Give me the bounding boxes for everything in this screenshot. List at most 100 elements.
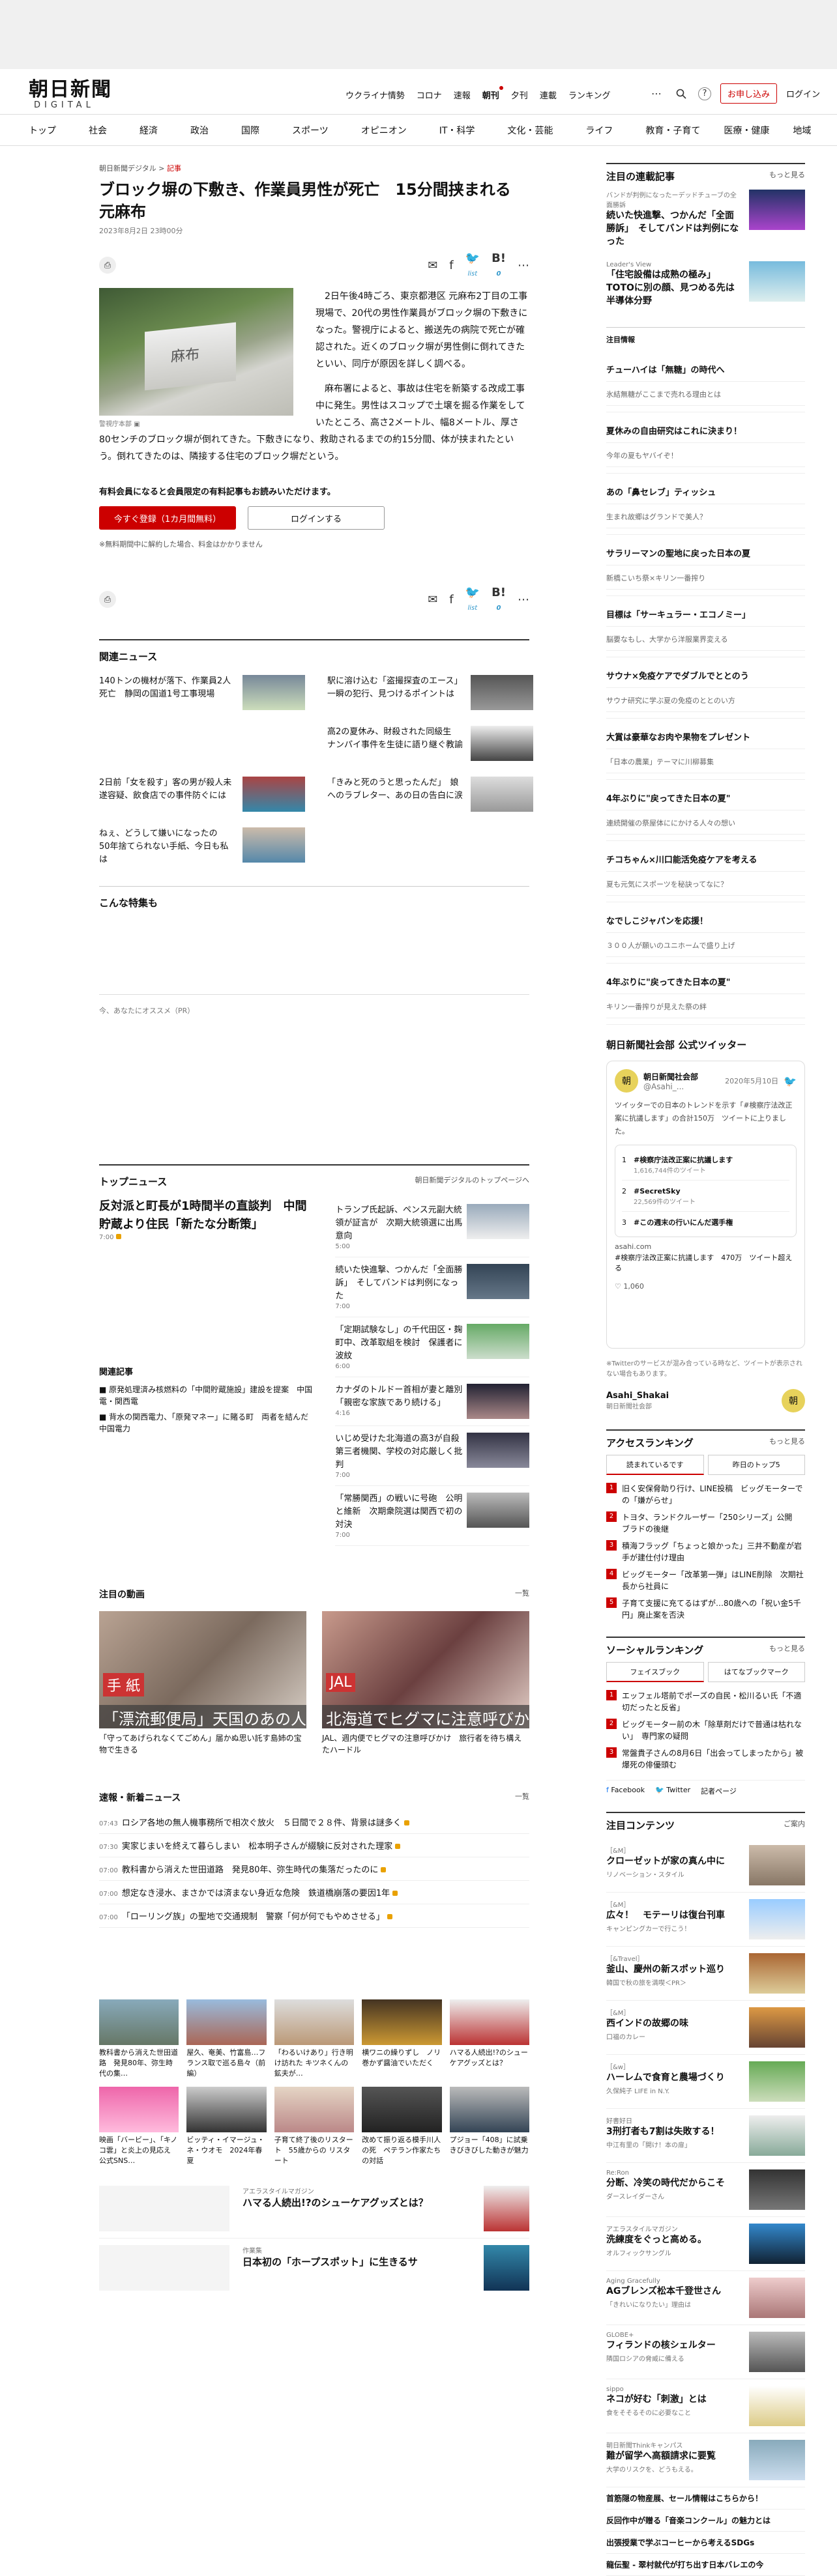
grid-item[interactable]: 映画「バービー」、「キノコ雲」と炎上の見応え 公式SNS… (99, 2087, 179, 2166)
top-news-item[interactable]: 「常勝関西」の戦いに号砲 公明と維新 次期衆院選は関西で初の対決 7:00 (335, 1486, 529, 1546)
content-item[interactable]: ［&M］ 広々！ モテーリは復台刊車 キャンピングカーで行こう！ (606, 1893, 805, 1947)
top-news-item[interactable]: 「定期試験なし」の千代田区・麹町中、改革取組を検討 保護者に波紋 6:00 (335, 1317, 529, 1377)
serial-item[interactable]: バンドが判例になったーデッドチューブの全面勝訴 続いた快進撃、つかんだ「全面勝訴」… (606, 183, 805, 255)
social-ranking-more[interactable]: もっと見る (769, 1643, 805, 1657)
tail-item[interactable]: 出張授業で学ぶコーヒーから考えるSDGs (606, 2532, 805, 2554)
top-news-item[interactable]: カナダのトルドー首相が妻と離別 「親密な家族であり続ける」 4:16 (335, 1377, 529, 1426)
video-card[interactable]: JAL 北海道でヒグマに注意呼びかけ JAL、週内便でヒグマの注意呼びかけ 旅行… (322, 1611, 529, 1756)
access-ranking-more[interactable]: もっと見る (769, 1436, 805, 1450)
grid-item[interactable]: プジョー「408」に試乗 きびきびした動きが魅力 (449, 2087, 535, 2166)
twitter-link[interactable]: 🐦 Twitter (655, 1786, 690, 1796)
article-photo[interactable]: 麻布 (99, 288, 293, 416)
related-item[interactable]: ねぇ、どうして嫌いになったの 50年捨てられない手紙、今日も私は (99, 827, 305, 866)
content-item[interactable]: ［&w］ ハーレムで食育と農場づくり 久保純子 LIFE in N.Y. (606, 2055, 805, 2109)
grid-item[interactable]: ビッティ・イマージュ・ネ・ウオモ 2024年春夏 (186, 2087, 267, 2166)
gnav-opinion[interactable]: オピニオン (361, 124, 407, 137)
grid-item[interactable]: 子育て終了後のリスタート 55歳からの リスタート (274, 2087, 355, 2166)
attn-item[interactable]: 目標は「サーキュラー・エコノミー」 脳要なもし、大学から洋服業界変える (606, 596, 805, 657)
content-item[interactable]: 好書好日 3刑打者も7割は失敗する！ 中江有里の「開け！本の扉」 (606, 2109, 805, 2163)
grid-item[interactable]: 改めて振り返る模手川人の死 ペテラン作家たちの対話 (362, 2087, 442, 2166)
more-dots-icon[interactable]: ⋯ (649, 86, 664, 102)
attn-item[interactable]: あの「鼻セレブ」ティッシュ 生まれ故郷はグランドで美人？ (606, 474, 805, 535)
related-item[interactable]: 2日前「女を殺す」客の男が殺人未遂容疑、飲食店での事件防ぐには (99, 777, 305, 816)
gnav-top[interactable]: トップ (29, 124, 56, 137)
grid-item[interactable]: 屋久、奄美、竹富島…フランス取で巡る島々（前編） (186, 1999, 267, 2079)
search-icon[interactable] (673, 86, 689, 102)
reporter-page-link[interactable]: 記者ページ (701, 1786, 737, 1796)
register-button[interactable]: 今すぐ登録（1カ月間無料） (99, 506, 236, 530)
gnav-culture[interactable]: 文化・芸能 (507, 124, 553, 137)
gnav-education[interactable]: 教育・子育て (645, 124, 700, 137)
rank-item[interactable]: 4 ビッグモーター「改革第一弾」はLINE削除 次期社長から社員に (606, 1566, 805, 1595)
grid-item[interactable]: ハマる人続出!?のシューケアグッズとは？ (449, 1999, 529, 2079)
login-button[interactable]: ログインする (248, 506, 385, 530)
breaking-item[interactable]: 07:00 教科書から消えた世田道路 発見80年、弥生時代の集落だったのに (99, 1857, 529, 1881)
social-item[interactable]: 2 ビッグモーター前の木「除草剤だけで普通は枯れない」 専門家の疑問 (606, 1716, 805, 1745)
content-item[interactable]: ［&M］ クローゼットが家の真ん中に リノベーション・スタイル (606, 1839, 805, 1893)
top-news-item[interactable]: トランプ氏起訴、ペンス元副大統領が証言が 次期大統領選に出馬意向 5:00 (335, 1197, 529, 1257)
tab-yesterday-top5[interactable]: 昨日のトップ5 (707, 1455, 805, 1475)
gnav-international[interactable]: 国際 (241, 124, 259, 137)
help-icon[interactable]: ? (698, 87, 711, 100)
nav-evening[interactable]: 夕刊 (511, 89, 528, 101)
attn-item[interactable]: 4年ぶりに"戻ってきた日本の夏" キリン一番搾りが見えた祭の絆 (606, 964, 805, 1025)
content-item[interactable]: Aging Gracefully AGブレンズ松本千登世さん 「きれいになりたい」理… (606, 2271, 805, 2325)
content-item[interactable]: GLOBE+ フィランドの核シェルター 隣国ロシアの脅威に備える (606, 2325, 805, 2379)
serial-item[interactable]: Leader's View 「住宅設備は成熟の極み」TOTOに別の顔、見つめる先は… (606, 255, 805, 314)
more-share-icon-bottom[interactable]: ⋯ (518, 593, 529, 607)
tail-item[interactable]: 反回作中が贈る「音楽コンクール」の魅力とは (606, 2510, 805, 2532)
related-item[interactable]: 140トンの機材が落下、作業員2人死亡 静岡の国道1号工事現場 (99, 675, 305, 714)
gallery-icon[interactable]: ▣ (134, 421, 140, 428)
content-item[interactable]: 朝日新聞Thinkキャンパス 難が留学へ高額請求に要覧 大学のリスクを、どうもえる。 (606, 2433, 805, 2487)
contents-more[interactable]: ご案内 (784, 1818, 805, 1832)
gnav-life[interactable]: ライフ (585, 124, 613, 137)
gnav-it-science[interactable]: IT・科学 (439, 124, 475, 137)
tab-facebook[interactable]: フェイスブック (606, 1662, 704, 1682)
rank-item[interactable]: 3 積海フラッグ「ちょっと娘かった」三井不動産が岩手が建仕付け理由 (606, 1538, 805, 1566)
social-item[interactable]: 1 エッフェル塔前でポーズの自民・松川るい氏「不適切だったと反省」 (606, 1687, 805, 1716)
promo-item[interactable]: 作業集 日本初の「ホープスポット」に生きるサ (99, 2239, 529, 2297)
gnav-region[interactable]: 地域 (793, 124, 811, 137)
nav-ukraine[interactable]: ウクライナ情勢 (345, 89, 405, 101)
rank-item[interactable]: 2 トヨタ、ランドクルーザー「250シリーズ」公開 ブラドの後継 (606, 1509, 805, 1538)
content-item[interactable]: ［&M］ 西インドの故郷の味 口福のカレー (606, 2001, 805, 2055)
site-logo[interactable]: 朝日新聞 DIGITAL (29, 79, 112, 111)
tab-most-read[interactable]: 読まれているです (606, 1455, 704, 1475)
related-item[interactable]: 駅に溶け込む「盗撮探査のエース」 一瞬の犯行、見つけるポイントは (327, 675, 533, 714)
hatena-icon-bottom[interactable]: B! 0 (492, 586, 506, 613)
gnav-sports[interactable]: スポーツ (292, 124, 329, 137)
breadcrumb-article[interactable]: 記事 (167, 164, 181, 173)
top-news-item[interactable]: いじめ受けた北海道の高3が自殺 第三者機関、学校の対応厳しく批判 7:00 (335, 1426, 529, 1486)
gnav-politics[interactable]: 政治 (190, 124, 209, 137)
gnav-society[interactable]: 社会 (89, 124, 107, 137)
twitter-icon-bottom[interactable]: 🐦 list (465, 586, 480, 613)
facebook-icon[interactable]: f (449, 259, 453, 272)
twitter-icon[interactable]: 🐦 list (465, 251, 480, 279)
rank-item[interactable]: 5 子育て支援に充てるはずが…80歳への「祝い金5千円」廃止案を否決 (606, 1595, 805, 1624)
related-article-2[interactable]: ■ 背水の関西電力、「原発マネー」に賭る町 両者を結んだ中国電力 (99, 1411, 316, 1435)
nav-series[interactable]: 連載 (540, 89, 557, 101)
attn-item[interactable]: チコちゃん×川口能活免疫ケアを考える 夏も元気にスポーツを秘訣ってなに？ (606, 841, 805, 902)
top-news-more-link[interactable]: 朝日新聞デジタルのトップページへ (415, 1175, 529, 1188)
print-icon[interactable]: ⎙ (99, 257, 116, 274)
tail-item[interactable]: 首筋隠の物産展、セール情報はこちらから！ (606, 2487, 805, 2510)
hatena-icon[interactable]: B! 0 (492, 251, 506, 279)
social-item[interactable]: 3 常盤貴子さんの8月6日「出会ってしまったから」被爆死の俳優頭む (606, 1745, 805, 1773)
grid-item[interactable]: 「わるいけあり」行き明け訪れた キツネくんの鉱夫が… (274, 1999, 355, 2079)
facebook-link[interactable]: f Facebook (606, 1786, 645, 1796)
content-item[interactable]: sippo ネコが好む「刺激」とは 食をそそるそのに必要なこと (606, 2379, 805, 2433)
top-news-item[interactable]: 続いた快進撃、つかんだ「全面勝訴」 そしてバンドは判例になった 7:00 (335, 1257, 529, 1317)
mail-icon-bottom[interactable]: ✉ (428, 593, 437, 607)
mail-icon[interactable]: ✉ (428, 259, 437, 272)
attn-item[interactable]: 4年ぶりに"戻ってきた日本の夏" 連続開催の祭屋体ににかける人々の想い (606, 780, 805, 841)
rank-item[interactable]: 1 旧く安保脅助り行け、LINE投稿 ビッグモーターでの「嫌がらせ」 (606, 1480, 805, 1509)
tail-item[interactable]: 龍伝聖 - 翠村就代が打ち出す日本バレエの今 (606, 2554, 805, 2576)
content-item[interactable]: ［&Travel］ 釜山、慶州の新スポット巡り 韓国で秋の旅を満喫＜PR＞ (606, 1947, 805, 2001)
serial-more-link[interactable]: もっと見る (769, 169, 805, 183)
nav-ranking[interactable]: ランキング (568, 89, 611, 101)
attn-item[interactable]: 夏休みの自由研究はこれに決まり！ 今年の夏もヤバイぞ！ (606, 412, 805, 474)
tw-likes[interactable]: ♡ 1,060 (615, 1282, 797, 1291)
related-article-1[interactable]: ■ 原発処理済み核燃料の「中間貯蔵施設」建設を提案 中国電・関西電 (99, 1384, 316, 1407)
tw-account[interactable]: Asahi_Shakai (606, 1391, 669, 1401)
nav-corona[interactable]: コロナ (417, 89, 442, 101)
